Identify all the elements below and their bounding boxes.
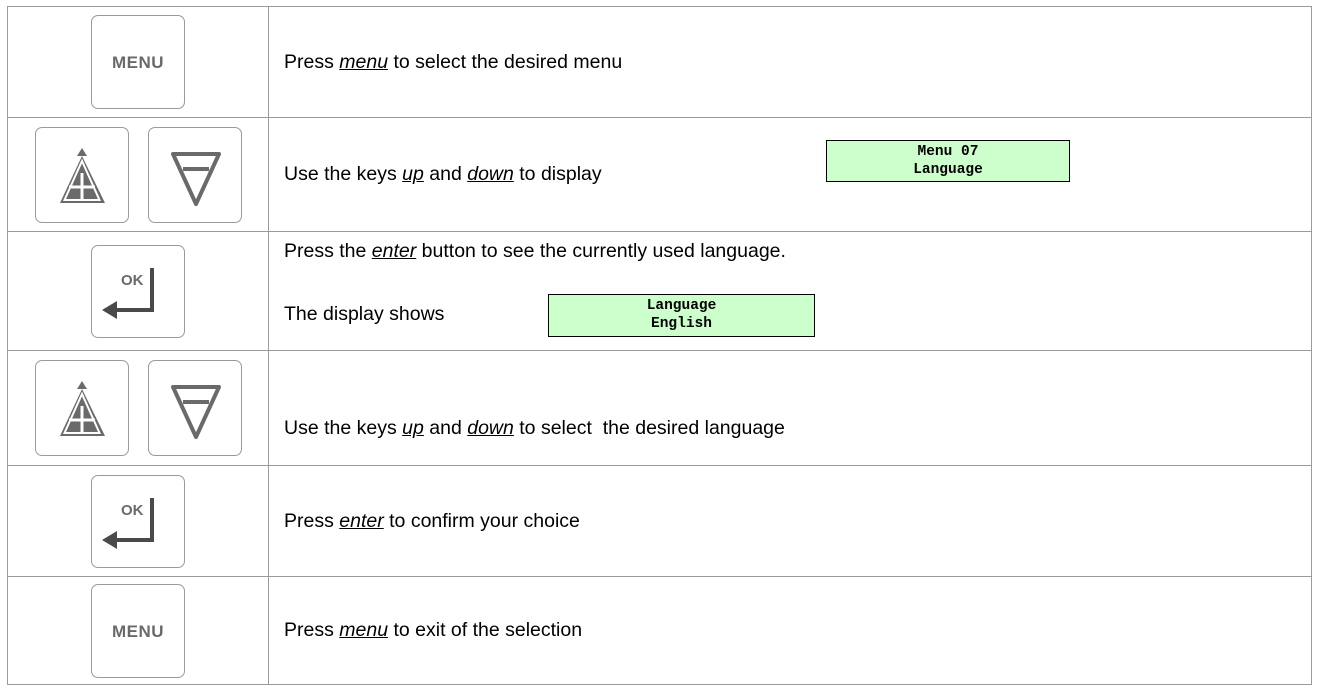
lcd-display-language: Language English — [548, 294, 815, 337]
step-2-text-middle: and — [423, 163, 468, 185]
down-arrow-key-icon — [147, 126, 242, 223]
step-row-2: Use the keys up and down to display Menu… — [7, 117, 1312, 232]
menu-key-icon: MENU — [91, 15, 185, 109]
ok-enter-key-icon: OK — [91, 244, 185, 338]
step-6-instruction: Press menu to exit of the selection — [268, 576, 1312, 685]
step-6-text-before: Press — [284, 619, 340, 641]
step-4-key-up: up — [402, 417, 424, 439]
lcd-line-1: Menu 07 — [917, 144, 979, 160]
ok-key-label: OK — [121, 272, 144, 289]
lcd-line-2: English — [651, 316, 712, 332]
step-1-instruction: Press menu to select the desired menu — [268, 6, 1312, 118]
step-2-key-down: down — [467, 163, 514, 185]
step-5-key-word: enter — [339, 509, 384, 532]
instruction-table: MENU Press menu to select the desired me… — [7, 6, 1312, 685]
step-3-line-1: Press the enter button to see the curren… — [284, 240, 786, 263]
menu-key-label: MENU — [111, 621, 165, 641]
lcd-line-1: Language — [646, 298, 717, 314]
step-6-key-word: menu — [339, 619, 389, 641]
step-2-text-after: to display — [513, 163, 602, 185]
step-row-5: OK Press enter to confirm your choice — [7, 465, 1312, 577]
menu-key-label: MENU — [111, 53, 165, 72]
step-row-1: MENU Press menu to select the desired me… — [7, 6, 1312, 118]
step-3-instruction: Press the enter button to see the curren… — [268, 231, 1312, 351]
step-1-text-after: to select the desired menu — [388, 50, 623, 73]
step-row-6: MENU Press menu to exit of the selection — [7, 576, 1312, 685]
step-row-3: OK Press the enter button to see the cur… — [7, 231, 1312, 351]
ok-enter-key-icon: OK — [91, 474, 185, 568]
step-2-text-before: Use the keys — [284, 163, 403, 185]
lcd-line-2: Language — [913, 162, 983, 178]
step-2-instruction: Use the keys up and down to display Menu… — [268, 117, 1312, 232]
step-4-text-after: to select the desired language — [513, 417, 785, 439]
step-1-text-before: Press — [284, 50, 340, 73]
step-6-text-after: to exit of the selection — [388, 619, 583, 641]
step-4-text-before: Use the keys — [284, 417, 403, 439]
step-5-text-before: Press — [284, 509, 340, 532]
up-arrow-key-icon — [34, 360, 129, 456]
step-1-keys: MENU — [7, 6, 269, 118]
step-4-line: Use the keys up and down to select the d… — [284, 417, 785, 440]
down-arrow-key-icon — [147, 360, 242, 456]
step-4-instruction: Use the keys up and down to select the d… — [268, 350, 1312, 466]
step-2-key-up: up — [402, 163, 424, 185]
step-5-text-after: to confirm your choice — [383, 509, 580, 532]
step-5-instruction: Press enter to confirm your choice — [268, 465, 1312, 577]
lcd-display-menu: Menu 07 Language — [826, 140, 1070, 182]
step-4-text-middle: and — [423, 417, 468, 439]
step-3-text-after: button to see the currently used languag… — [416, 240, 786, 262]
step-2-keys — [7, 117, 269, 232]
step-3-key-word: enter — [371, 240, 417, 262]
step-4-key-down: down — [467, 417, 514, 439]
step-3-line-2: The display shows — [284, 303, 445, 325]
step-4-keys — [7, 350, 269, 466]
step-1-key-word: menu — [339, 50, 389, 73]
step-3-text-before: Press the — [284, 240, 372, 262]
step-row-4: Use the keys up and down to select the d… — [7, 350, 1312, 466]
ok-key-label: OK — [121, 502, 144, 519]
step-5-keys: OK — [7, 465, 269, 577]
menu-key-icon: MENU — [91, 583, 185, 678]
step-6-keys: MENU — [7, 576, 269, 685]
up-arrow-key-icon — [34, 126, 129, 223]
step-3-keys: OK — [7, 231, 269, 351]
